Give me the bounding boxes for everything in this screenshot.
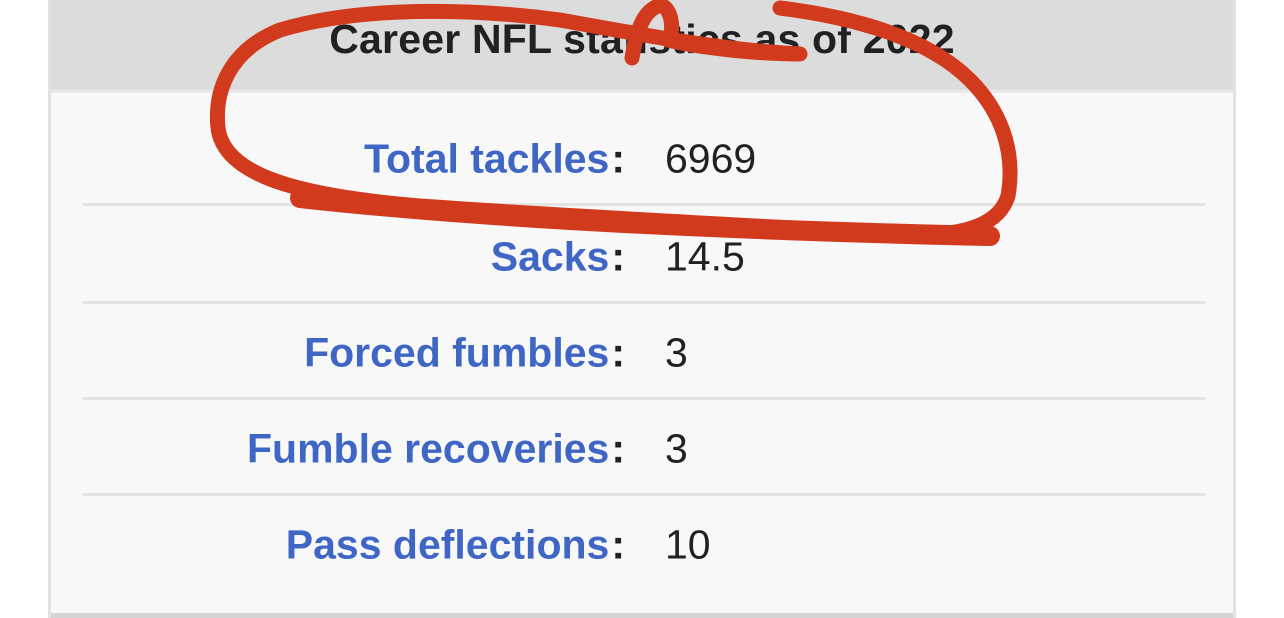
stat-value-forced-fumbles: 3 [665,329,688,375]
infobox-header: Career NFL statistics as of 2022 [51,0,1233,93]
stat-value-sacks: 14.5 [665,233,745,279]
stat-colon: : [611,135,625,181]
stat-colon: : [611,521,625,567]
stat-link-forced-fumbles[interactable]: Forced fumbles [304,329,609,375]
stat-value-fumble-recoveries: 3 [665,425,688,471]
stat-colon: : [611,329,625,375]
row-divider [83,203,1205,206]
row-divider [83,301,1205,304]
stat-label-wrap: Sacks: [491,233,625,280]
stat-label-wrap: Fumble recoveries: [247,425,625,472]
stat-row-sacks: Sacks: 14.5 [83,209,1205,304]
stat-row-fumble-recoveries: Fumble recoveries: 3 [83,401,1205,496]
stat-colon: : [611,233,625,279]
stat-label-wrap: Total tackles: [364,135,625,182]
stat-row-forced-fumbles: Forced fumbles: 3 [83,305,1205,400]
infobox-title: Career NFL statistics as of 2022 [329,15,955,62]
stat-row-total-tackles: Total tackles: 6969 [83,111,1205,206]
stat-value-pass-deflections: 10 [665,521,711,567]
stat-link-sacks[interactable]: Sacks [491,233,610,279]
page: Career NFL statistics as of 2022 Total t… [0,0,1284,618]
stat-link-pass-deflections[interactable]: Pass deflections [286,521,610,567]
stat-value-total-tackles: 6969 [665,135,757,181]
row-divider [83,397,1205,400]
stat-link-fumble-recoveries[interactable]: Fumble recoveries [247,425,609,471]
stat-row-pass-deflections: Pass deflections: 10 [83,497,1205,592]
stat-label-wrap: Forced fumbles: [304,329,625,376]
row-divider [83,493,1205,496]
stat-link-total-tackles[interactable]: Total tackles [364,135,609,181]
infobox-bottom-border [51,613,1233,618]
stats-infobox: Career NFL statistics as of 2022 Total t… [48,0,1236,618]
stat-colon: : [611,425,625,471]
stat-label-wrap: Pass deflections: [286,521,625,568]
